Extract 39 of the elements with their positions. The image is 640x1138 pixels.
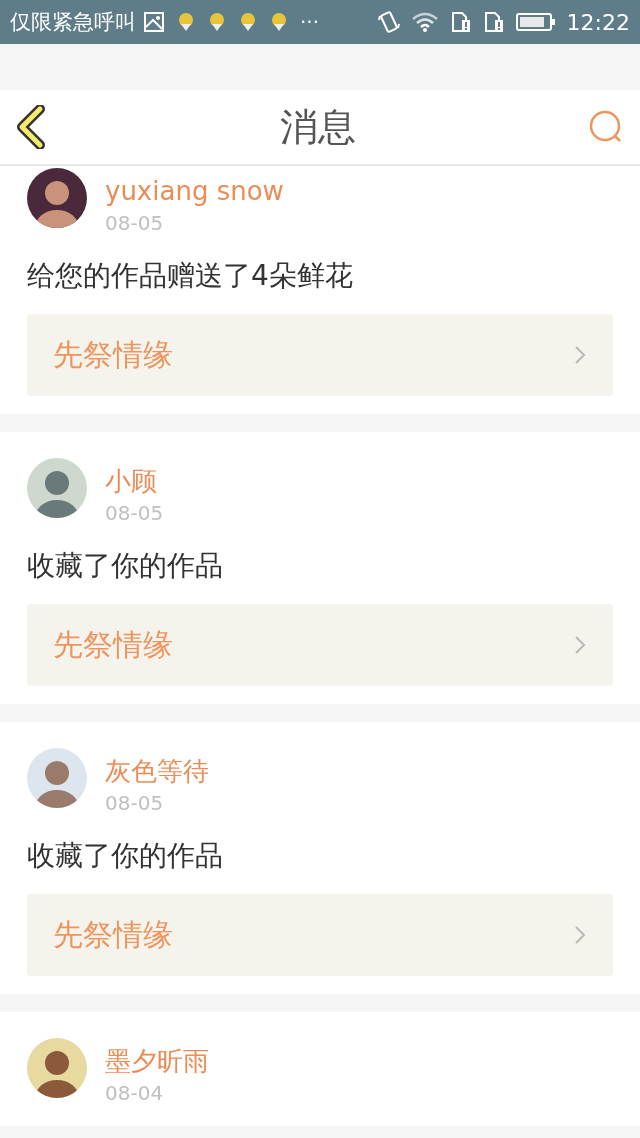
user-name[interactable]: 墨夕昕雨 xyxy=(105,1044,209,1078)
work-title: 先祭情缘 xyxy=(53,625,173,664)
bulb-icon xyxy=(207,11,227,33)
message-text: 收藏了你的作品 xyxy=(27,548,224,584)
page-title: 消息 xyxy=(280,103,356,151)
avatar xyxy=(27,1038,87,1098)
work-title: 先祭情缘 xyxy=(53,915,173,954)
avatar xyxy=(27,748,87,808)
back-button[interactable] xyxy=(16,105,48,149)
message-date: 08-05 xyxy=(105,210,165,237)
avatar xyxy=(27,458,87,518)
sim-alert-icon xyxy=(449,11,472,33)
work-link[interactable]: 先祭情缘 xyxy=(27,894,613,976)
user-name[interactable]: yuxiang snow xyxy=(105,174,284,208)
work-link[interactable]: 先祭情缘 xyxy=(27,604,613,686)
message-text: 给您的作品赠送了4朵鲜花 xyxy=(27,258,354,294)
overflow-indicator: ··· xyxy=(300,10,320,34)
user-name[interactable]: 小顾 xyxy=(105,464,164,498)
image-icon xyxy=(143,11,165,33)
status-text: 仅限紧急呼叫 xyxy=(10,9,136,36)
bulb-icon xyxy=(176,11,196,33)
message-date: 08-05 xyxy=(105,500,164,527)
avatar xyxy=(27,168,87,228)
chevron-right-icon xyxy=(573,634,587,656)
user-name[interactable]: 灰色等待 xyxy=(105,754,209,788)
chevron-right-icon xyxy=(573,924,587,946)
chevron-right-icon xyxy=(573,344,587,366)
bulb-icon xyxy=(238,11,258,33)
message-date: 08-05 xyxy=(105,790,165,817)
bulb-icon xyxy=(269,11,289,33)
message-date: 08-04 xyxy=(105,1080,165,1107)
message-text: 收藏了你的作品 xyxy=(27,838,224,874)
vibrate-icon xyxy=(377,10,400,34)
battery-icon xyxy=(515,12,556,32)
work-link[interactable]: 先祭情缘 xyxy=(27,314,613,396)
clock: 12:22 xyxy=(566,9,630,35)
sim-alert-icon xyxy=(482,11,505,33)
work-title: 先祭情缘 xyxy=(53,335,173,374)
wifi-icon xyxy=(410,11,439,33)
